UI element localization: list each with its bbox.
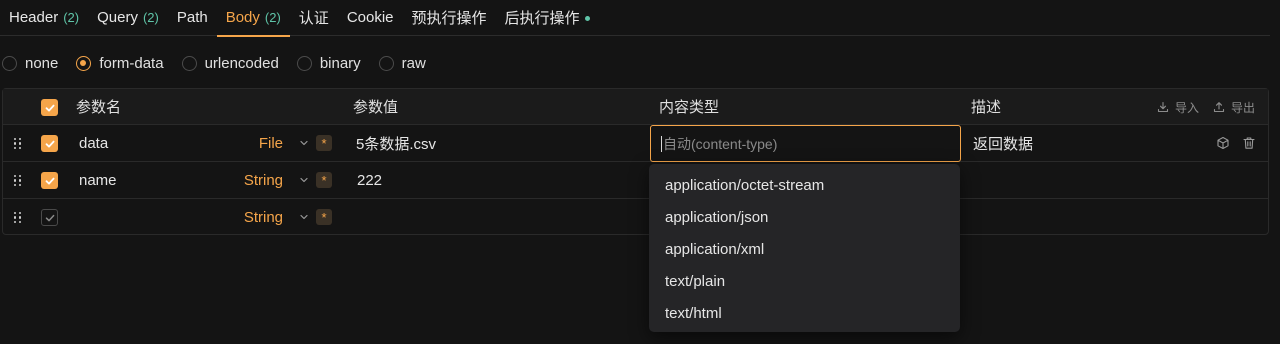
check-icon (45, 140, 54, 147)
tab-label: Cookie (346, 9, 394, 26)
tab-pre-request[interactable]: 预执行操作 (403, 0, 496, 36)
tab-label: 预执行操作 (411, 10, 487, 27)
tab-header[interactable]: Header (2) (0, 0, 88, 36)
radio-circle (296, 55, 312, 71)
radio-label: none (25, 54, 59, 72)
drag-handle-icon[interactable] (14, 212, 22, 223)
chevron-down-icon[interactable] (299, 138, 309, 148)
tab-cookie[interactable]: Cookie (338, 0, 403, 36)
radio-circle (378, 55, 394, 71)
param-type-select[interactable]: File (203, 125, 283, 161)
radio-raw[interactable]: raw (378, 54, 426, 72)
check-icon (45, 177, 54, 184)
download-icon (1157, 101, 1169, 113)
required-toggle[interactable]: * (316, 172, 332, 188)
param-name-input[interactable]: name (79, 162, 117, 198)
radio-label: urlencoded (204, 54, 279, 72)
check-icon (45, 104, 54, 111)
radio-circle (2, 55, 17, 71)
dropdown-option[interactable]: text/html (649, 297, 960, 329)
tab-auth[interactable]: 认证 (290, 0, 338, 36)
tab-label: Path (176, 9, 208, 26)
dropdown-option[interactable]: application/octet-stream (649, 169, 960, 201)
tab-count: (2) (264, 10, 281, 25)
param-description-input[interactable]: 返回数据 (973, 125, 1033, 161)
dropdown-option[interactable]: application/xml (649, 233, 960, 265)
required-toggle[interactable]: * (316, 209, 332, 225)
tab-post-request[interactable]: 后执行操作 (496, 0, 599, 36)
chevron-down-icon[interactable] (299, 175, 309, 185)
tab-count: (2) (63, 10, 80, 25)
cube-icon[interactable] (1216, 136, 1230, 150)
upload-icon (1213, 102, 1225, 113)
param-name-input[interactable]: data (79, 125, 108, 161)
tab-label: 认证 (298, 10, 329, 27)
body-type-radio-group: none form-data urlencoded binary raw (0, 52, 444, 74)
tab-label: Query (97, 9, 138, 26)
drag-handle-icon[interactable] (14, 138, 22, 149)
column-header-description: 描述 (971, 99, 1002, 116)
column-header-value: 参数值 (353, 99, 399, 116)
radio-label: form-data (99, 54, 164, 72)
tab-body[interactable]: Body (2) (216, 0, 290, 37)
form-data-table: 参数名 参数值 内容类型 描述 导入 导出 data File * 5条数据.c… (2, 88, 1269, 235)
tab-count: (2) (142, 10, 159, 25)
chevron-down-icon[interactable] (299, 212, 309, 222)
table-row: data File * 5条数据.csv 返回数据 (3, 125, 1268, 162)
select-all-checkbox[interactable] (41, 99, 58, 116)
radio-circle (181, 55, 197, 71)
radio-label: binary (319, 54, 361, 72)
trash-icon[interactable] (1242, 136, 1256, 150)
dropdown-option[interactable]: application/json (649, 201, 960, 233)
radio-form-data[interactable]: form-data (76, 54, 164, 72)
content-type-placeholder: 自动(content-type) (663, 135, 778, 152)
tab-label: Body (225, 9, 260, 26)
param-type-select[interactable]: String (203, 199, 283, 236)
param-value-file[interactable]: 5条数据.csv (356, 125, 436, 161)
content-type-input[interactable]: 自动(content-type) (650, 125, 961, 162)
required-toggle[interactable]: * (316, 135, 332, 151)
radio-none[interactable]: none (0, 55, 58, 72)
export-button[interactable]: 导出 (1213, 89, 1255, 125)
check-icon (45, 214, 54, 221)
param-type-label: File (258, 134, 283, 152)
text-caret (661, 135, 662, 152)
dropdown-option[interactable]: text/plain (649, 265, 960, 297)
tab-label: 后执行操作 (504, 10, 580, 27)
tab-label: Header (9, 9, 59, 26)
drag-handle-icon[interactable] (14, 175, 22, 186)
tab-path[interactable]: Path (168, 0, 217, 36)
import-button[interactable]: 导入 (1157, 89, 1199, 125)
radio-binary[interactable]: binary (296, 54, 361, 72)
status-dot (584, 16, 590, 21)
param-type-select[interactable]: String (203, 162, 283, 198)
request-tabs: Header (2) Query (2) Path Body (2) 认证 Cooki… (0, 0, 1270, 37)
radio-label: raw (401, 54, 426, 72)
column-header-name: 参数名 (76, 99, 122, 116)
param-value-input[interactable]: 222 (357, 162, 382, 198)
radio-circle (76, 55, 92, 71)
content-type-dropdown: application/octet-stream application/jso… (649, 164, 960, 332)
radio-urlencoded[interactable]: urlencoded (181, 54, 279, 72)
table-row: String * (3, 199, 1268, 236)
tab-query[interactable]: Query (2) (88, 0, 168, 36)
row-checkbox[interactable] (41, 209, 58, 226)
row-checkbox[interactable] (41, 135, 58, 152)
column-header-content-type: 内容类型 (659, 99, 720, 116)
table-header: 参数名 参数值 内容类型 描述 导入 导出 (3, 89, 1268, 125)
row-checkbox[interactable] (41, 172, 58, 189)
export-label: 导出 (1231, 100, 1256, 115)
import-label: 导入 (1175, 100, 1200, 115)
table-row: name String * 222 (3, 162, 1268, 199)
param-type-label: String (243, 171, 283, 189)
param-type-label: String (243, 209, 283, 226)
